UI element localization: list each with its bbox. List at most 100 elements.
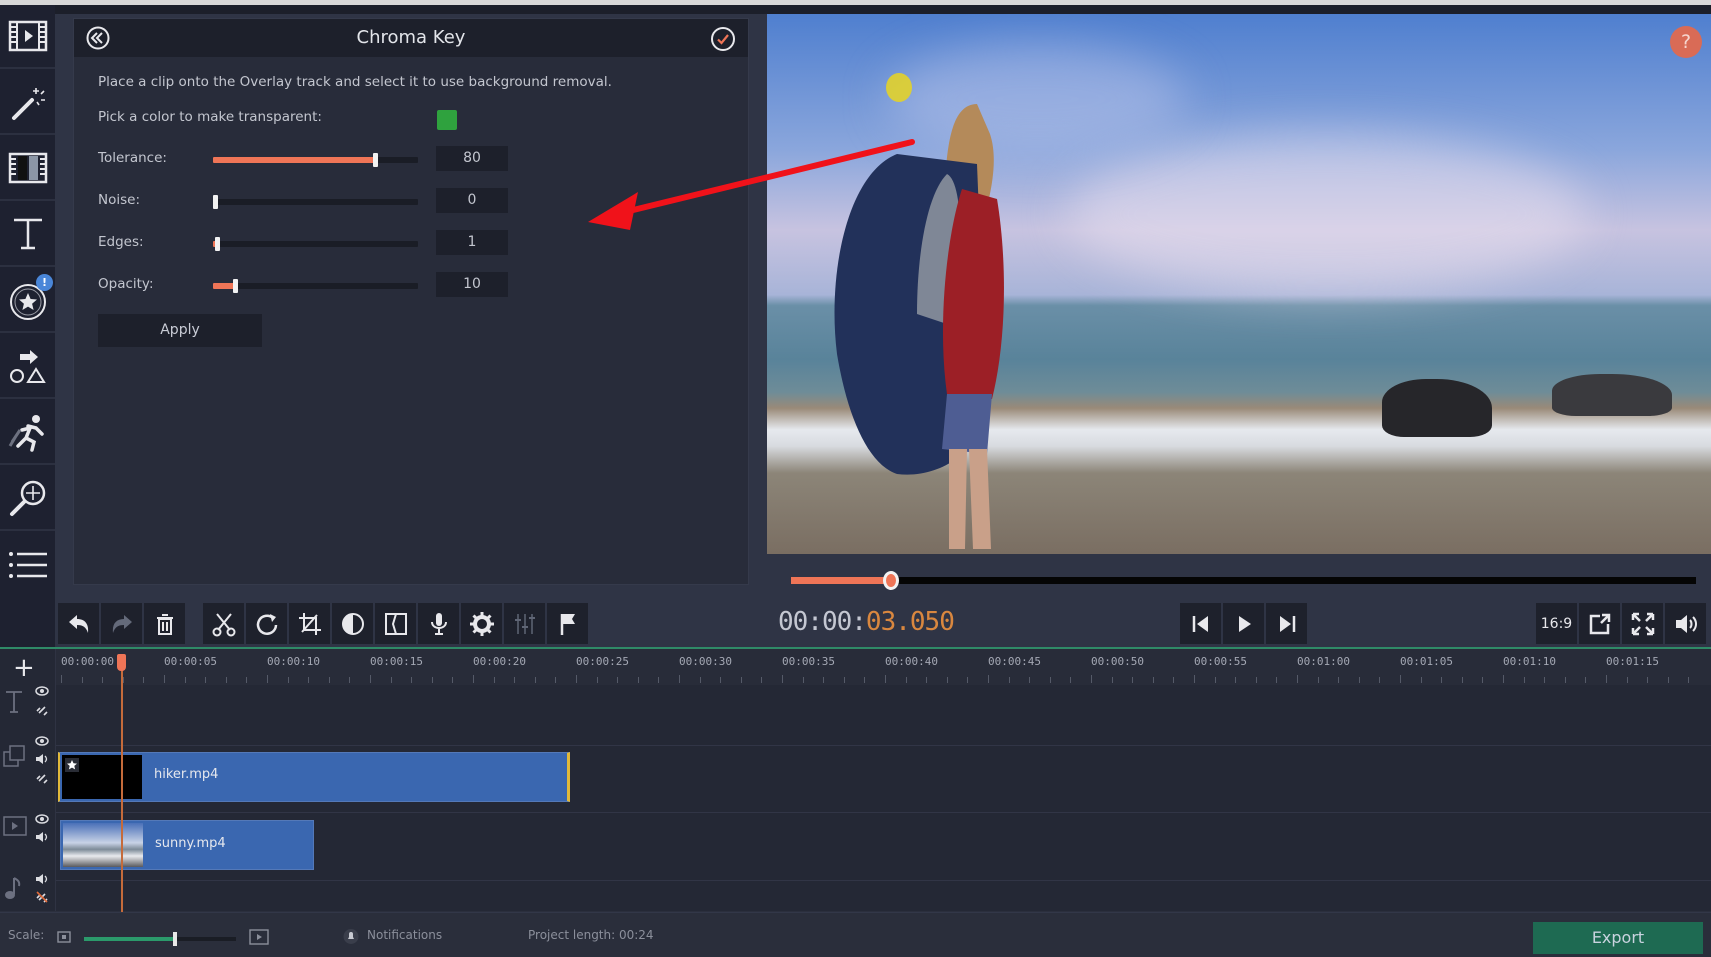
ruler-tick-label: 00:00:40 [885,655,938,668]
split-button[interactable] [203,603,244,644]
ruler-tick [1276,677,1278,683]
noise-value[interactable]: 0 [436,188,508,213]
play-button[interactable] [1223,603,1264,644]
video-preview[interactable]: ? [767,14,1711,554]
apply-button[interactable]: Apply [98,314,262,347]
export-button[interactable]: Export [1533,922,1703,954]
link-icon[interactable] [35,703,49,717]
ruler-tick [370,675,371,683]
ruler-tick [637,677,639,683]
ruler-tick-label: 00:00:15 [370,655,423,668]
ruler-tick-label: 00:01:15 [1606,655,1659,668]
rotate-button[interactable] [246,603,287,644]
main-video-track[interactable]: sunny.mp4 [56,813,1711,881]
record-voice-button[interactable] [418,603,459,644]
slider-thumb[interactable] [215,237,220,251]
zoom-out-icon[interactable] [57,931,71,943]
audio-equalizer-button[interactable] [504,603,545,644]
undo-button[interactable] [58,603,99,644]
volume-button[interactable] [1665,603,1706,644]
text-track[interactable] [56,685,1711,746]
scale-label: Scale: [8,928,45,942]
ruler-tick [679,675,680,683]
sidebar-item-filters[interactable] [0,71,55,135]
scale-thumb[interactable] [173,932,177,946]
scale-slider[interactable] [84,932,236,946]
zoom-in-icon[interactable] [249,929,269,945]
tolerance-value[interactable]: 80 [436,146,508,171]
eye-icon[interactable] [35,736,49,746]
eye-icon[interactable] [35,814,49,824]
ruler-tick [328,677,330,683]
notifications-link[interactable]: Notifications [367,928,442,942]
delete-button[interactable] [144,603,185,644]
ruler-tick [1194,675,1195,683]
overlay-clip[interactable]: hiker.mp4 [58,752,570,802]
confirm-check-icon[interactable] [710,26,736,52]
sidebar-item-callouts[interactable] [0,335,55,399]
ruler-tick-label: 00:01:00 [1297,655,1350,668]
clip-properties-button[interactable] [461,603,502,644]
sidebar-item-transitions[interactable] [0,137,55,201]
skip-back-button[interactable] [1180,603,1221,644]
clip-thumbnail [63,823,143,867]
playhead-line[interactable] [121,654,123,912]
ruler-tick [1173,677,1175,683]
edges-value[interactable]: 1 [436,230,508,255]
link-icon[interactable] [35,771,49,785]
sidebar-item-stickers[interactable]: ! [0,269,55,333]
color-adjust-button[interactable] [332,603,373,644]
sidebar-item-animation[interactable] [0,401,55,465]
slider-thumb[interactable] [213,195,218,209]
speaker-icon[interactable] [35,873,49,885]
rotate-icon [256,613,277,635]
tolerance-slider[interactable] [213,153,418,167]
ruler-tick [1297,675,1298,683]
speaker-icon[interactable] [35,831,49,843]
sidebar-item-more[interactable] [0,533,55,597]
speaker-icon[interactable] [35,753,49,765]
skip-forward-button[interactable] [1266,603,1307,644]
back-double-chevron-icon[interactable] [86,26,110,50]
transition-wizard-button[interactable] [375,603,416,644]
add-track-icon[interactable]: + [13,653,35,683]
bell-icon[interactable] [343,928,359,945]
sidebar-item-zoom-pan[interactable] [0,467,55,531]
slider-thumb[interactable] [233,279,238,293]
seek-bar[interactable] [791,571,1696,590]
ruler-tick [658,677,660,683]
music-track[interactable] [56,881,1711,911]
noise-slider[interactable] [213,195,418,209]
ruler-tick [1461,677,1463,683]
slider-thumb[interactable] [373,153,378,167]
unlink-icon[interactable] [35,890,49,904]
redo-button[interactable] [101,603,142,644]
ruler-tick [1379,677,1381,683]
opacity-slider[interactable] [213,279,418,293]
help-button[interactable]: ? [1670,26,1702,58]
add-marker-button[interactable] [547,603,588,644]
opacity-value[interactable]: 10 [436,272,508,297]
sidebar-item-titles[interactable] [0,203,55,267]
eye-icon[interactable] [35,686,49,696]
rock [1552,374,1672,416]
aspect-ratio-button[interactable]: 16:9 [1536,603,1577,644]
crop-button[interactable] [289,603,330,644]
detach-preview-button[interactable] [1579,603,1620,644]
playhead-handle[interactable] [117,654,126,671]
ruler-tick [885,675,886,683]
fullscreen-button[interactable] [1622,603,1663,644]
ruler-tick [308,677,310,683]
scissors-icon [212,612,235,636]
sidebar-item-import[interactable] [0,5,55,69]
transparent-color-swatch[interactable] [437,110,457,130]
ruler-tick [102,677,104,683]
overlay-track[interactable]: hiker.mp4 [56,746,1711,813]
ruler-tick [1503,675,1504,683]
ruler-tick [1008,677,1010,683]
seek-handle[interactable] [883,571,899,590]
edges-slider[interactable] [213,237,418,251]
main-clip[interactable]: sunny.mp4 [60,820,314,870]
timeline-ruler[interactable]: 00:00:00 00:00:05 00:00:10 00:00:15 00:00:20… [56,649,1711,685]
project-length: Project length: 00:24 [528,928,654,942]
